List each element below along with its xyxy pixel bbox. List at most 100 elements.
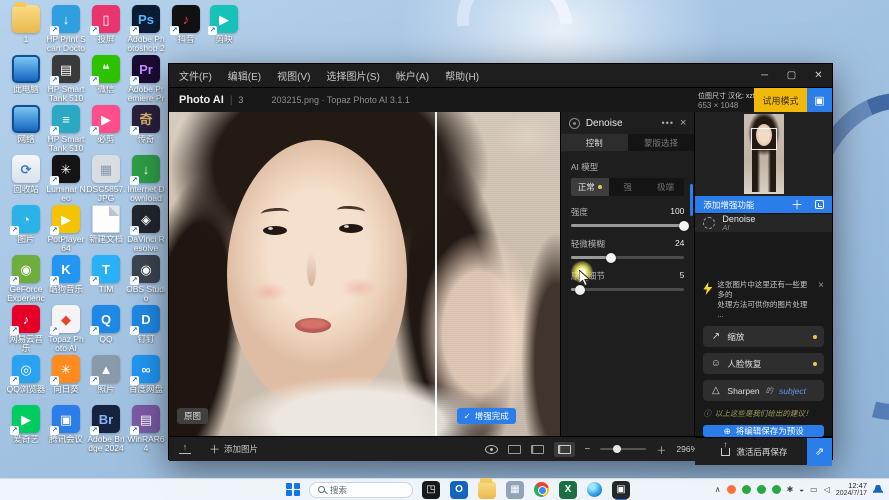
start-button[interactable] bbox=[286, 483, 300, 497]
wechat-file-icon[interactable] bbox=[757, 485, 766, 494]
slider-track[interactable] bbox=[571, 224, 685, 227]
desktop-icon[interactable]: ∞↗百度网盘 bbox=[126, 355, 166, 394]
green-app-icon[interactable] bbox=[772, 485, 781, 494]
split-view-button[interactable] bbox=[554, 442, 575, 457]
desktop-icon[interactable]: ▦DSC5857.JPG bbox=[86, 155, 126, 203]
export-action[interactable]: 激活后再保存 bbox=[721, 446, 787, 458]
add-enhancement-bar[interactable]: 添加增强功能 ＋ bbox=[695, 196, 832, 213]
slider-handle[interactable] bbox=[679, 221, 689, 231]
desktop-icon[interactable]: ♪↗抖音 bbox=[166, 5, 206, 44]
taskbar-app-window-icon[interactable]: ◳ bbox=[422, 481, 440, 499]
taskbar-outlook-icon[interactable]: O bbox=[450, 481, 468, 499]
menu-item-1[interactable]: 编辑(E) bbox=[228, 68, 261, 83]
desktop-icon[interactable]: Ps↗Adobe Photoshop 2024 bbox=[126, 5, 166, 53]
desktop-icon[interactable]: ▯↗投屏 bbox=[86, 5, 126, 44]
desktop-icon[interactable]: ♪↗网易云音乐 bbox=[6, 305, 46, 353]
taskbar-file-explorer-icon[interactable] bbox=[478, 481, 496, 499]
taskbar-edge-icon[interactable] bbox=[587, 482, 602, 497]
volume-icon[interactable]: ◁ bbox=[824, 485, 830, 494]
taskbar-chrome-icon[interactable] bbox=[534, 482, 549, 497]
settings-icon[interactable]: ✱ bbox=[787, 485, 794, 494]
menu-item-2[interactable]: 视图(V) bbox=[277, 68, 310, 83]
image-thumbnail[interactable] bbox=[744, 114, 784, 194]
menu-item-3[interactable]: 选择图片(S) bbox=[326, 68, 379, 83]
trial-mode-button[interactable]: 试用模式 bbox=[754, 88, 807, 112]
taskbar-excel-icon[interactable]: X bbox=[559, 481, 577, 499]
desktop-icon[interactable]: ◎↗QQ浏览器 bbox=[6, 355, 46, 394]
model-strong-button[interactable]: 强 bbox=[609, 178, 647, 196]
desktop-icon[interactable]: 新建文档 bbox=[86, 205, 126, 244]
maximize-button[interactable]: ▢ bbox=[778, 64, 805, 87]
image-preview[interactable]: 原图 ✓ 增强完成 bbox=[169, 112, 560, 436]
taskbar-gallery-icon[interactable]: ▦ bbox=[506, 481, 524, 499]
desktop-icon[interactable]: 网络 bbox=[6, 105, 46, 144]
zoom-in-button[interactable]: ＋ bbox=[656, 442, 666, 457]
desktop-icon[interactable]: ✳↗向日葵 bbox=[46, 355, 86, 394]
tab-mask-selection[interactable]: 蒙版选择 bbox=[628, 134, 695, 151]
menu-item-0[interactable]: 文件(F) bbox=[179, 68, 212, 83]
desktop-icon[interactable]: ◉↗GeForce Experience bbox=[6, 255, 46, 303]
menu-item-4[interactable]: 帐户(A) bbox=[396, 68, 429, 83]
display-icon[interactable]: ▭ bbox=[810, 485, 818, 494]
compare-split-divider[interactable] bbox=[435, 112, 437, 436]
firefox-icon[interactable] bbox=[727, 485, 736, 494]
more-options-icon[interactable]: ••• bbox=[662, 118, 674, 128]
model-extreme-button[interactable]: 极端 bbox=[647, 178, 685, 196]
share-export-button[interactable]: ⇗ bbox=[807, 438, 832, 466]
panel-scrollbar[interactable] bbox=[690, 184, 693, 216]
desktop-icon[interactable]: ◆↗Topaz Photo AI bbox=[46, 305, 86, 353]
desktop-icon[interactable]: ◔↗图片 bbox=[6, 205, 46, 244]
desktop-icon[interactable]: ▶↗爱奇艺 bbox=[6, 405, 46, 444]
save-preset-button[interactable]: ⊕ 将编辑保存为预设 bbox=[703, 425, 824, 437]
add-image-button[interactable]: ＋ 添加图片 bbox=[209, 441, 258, 457]
desktop-icon[interactable]: Br↗Adobe Bridge 2024 bbox=[86, 405, 126, 453]
minimize-button[interactable]: ─ bbox=[751, 64, 778, 87]
wechat-icon[interactable] bbox=[742, 485, 751, 494]
desktop-icon[interactable]: ↓↗HP Print Scan Doctor bbox=[46, 5, 86, 53]
crop-icon[interactable] bbox=[815, 200, 824, 209]
suggestion-2[interactable]: △Sharpen的subject bbox=[703, 380, 824, 401]
desktop-icon[interactable]: ❝↗微信 bbox=[86, 55, 126, 94]
preview-toggle-eye-icon[interactable] bbox=[485, 445, 498, 454]
status-icon[interactable]: ◒ bbox=[799, 485, 804, 494]
side-by-side-view-button[interactable] bbox=[531, 445, 544, 454]
desktop-icon[interactable]: ▶↗剪映 bbox=[204, 5, 244, 44]
upload-icon[interactable]: ↑ bbox=[179, 444, 191, 454]
suggestion-0[interactable]: ↗缩放 bbox=[703, 326, 824, 347]
desktop-icon[interactable]: 此电脑 bbox=[6, 55, 46, 94]
desktop-icon[interactable]: ▲↗照片 bbox=[86, 355, 126, 394]
chevron-up-icon[interactable]: ∧ bbox=[715, 485, 721, 494]
suggestion-1[interactable]: ☺人脸恢复 bbox=[703, 353, 824, 374]
add-filter-icon[interactable]: ＋ bbox=[791, 196, 803, 213]
desktop-icon[interactable]: Q↗QQ bbox=[86, 305, 126, 344]
desktop-icon[interactable]: ≡↗HP Smart Tank 510 bbox=[46, 105, 86, 153]
desktop-icon[interactable]: Pr↗Adobe Premiere Pro bbox=[126, 55, 166, 103]
panel-close-icon[interactable]: × bbox=[680, 117, 686, 129]
desktop-icon[interactable]: K↗酷狗音乐 bbox=[46, 255, 86, 294]
taskbar-clock[interactable]: 12:47 2024/7/17 bbox=[836, 482, 867, 498]
tab-control[interactable]: 控制 bbox=[561, 134, 628, 151]
desktop-icon[interactable]: 奇↗传奇 bbox=[126, 105, 166, 144]
desktop-icon[interactable]: ◈↗DaVinci Resolve bbox=[126, 205, 166, 253]
tip-close-icon[interactable]: × bbox=[818, 280, 824, 320]
desktop-icon[interactable]: ▤↗WinRAR64 bbox=[126, 405, 166, 453]
filter-item-denoise[interactable]: Denoise AI bbox=[695, 213, 832, 232]
zoom-slider[interactable] bbox=[600, 448, 646, 451]
zoom-out-button[interactable]: − bbox=[585, 444, 591, 455]
close-button[interactable]: ✕ bbox=[805, 64, 832, 87]
filter-toggle-icon[interactable] bbox=[569, 118, 580, 129]
model-normal-button[interactable]: 正常 bbox=[571, 178, 609, 196]
desktop-icon[interactable]: T↗TIM bbox=[86, 255, 126, 294]
export-panel-button[interactable]: ▣ bbox=[807, 88, 832, 112]
desktop-icon[interactable]: ↓↗Internet Download Manager bbox=[126, 155, 166, 203]
slider-handle[interactable] bbox=[606, 253, 616, 263]
desktop-icon[interactable]: ◉↗OBS Studio bbox=[126, 255, 166, 303]
desktop-icon[interactable]: ▶↗PotPlayer 64 bbox=[46, 205, 86, 253]
desktop-icon[interactable]: 1 bbox=[6, 5, 46, 44]
taskbar-search[interactable]: 搜索 bbox=[309, 482, 413, 498]
desktop-icon[interactable]: ▶↗必剪 bbox=[86, 105, 126, 144]
desktop-icon[interactable]: ✳↗Luminar Neo bbox=[46, 155, 86, 203]
single-view-button[interactable] bbox=[508, 445, 521, 454]
desktop-icon[interactable]: ▤↗HP Smart Tank 510 bbox=[46, 55, 86, 103]
menu-item-5[interactable]: 帮助(H) bbox=[445, 68, 479, 83]
